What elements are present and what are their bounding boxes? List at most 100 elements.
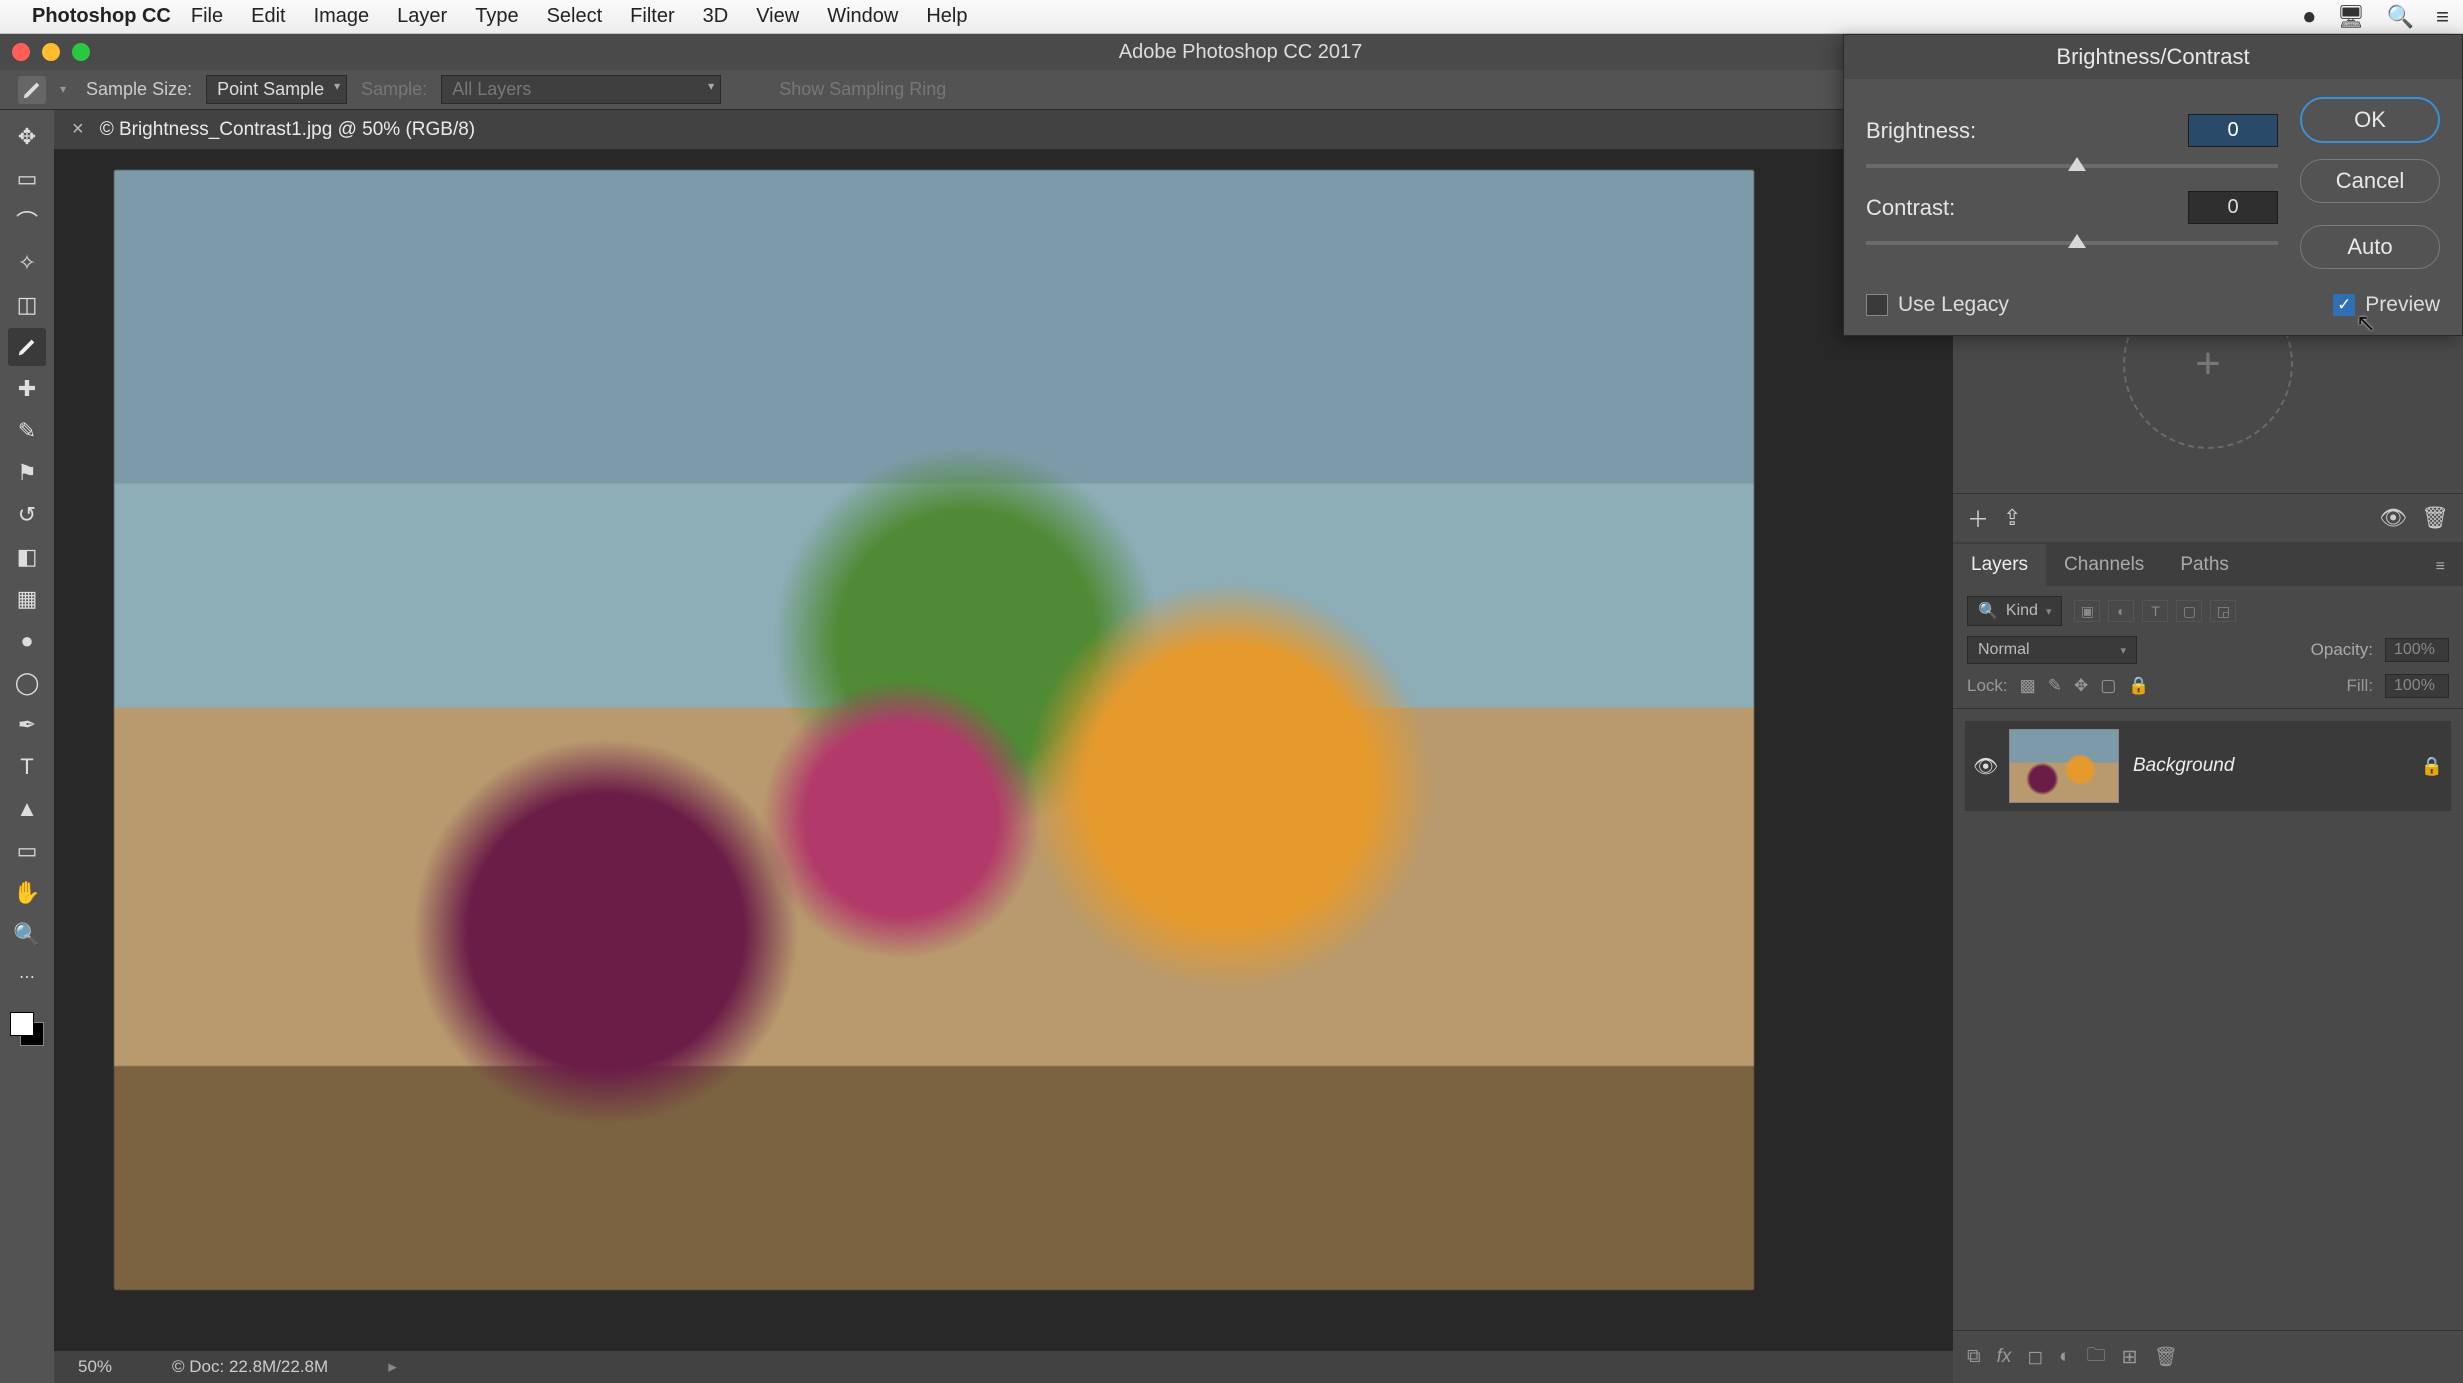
add-content-icon[interactable]: ＋ <box>1967 502 1989 534</box>
menu-3d[interactable]: 3D <box>703 5 729 28</box>
blend-mode-select[interactable]: Normal▾ <box>1967 636 2137 664</box>
crop-tool[interactable]: ◫ <box>8 286 46 324</box>
filter-smart-icon[interactable]: ◲ <box>2210 600 2236 622</box>
menu-help[interactable]: Help <box>926 5 967 28</box>
delete-layer-icon[interactable]: 🗑 <box>2154 1345 2178 1369</box>
canvas[interactable] <box>54 150 1953 1351</box>
lock-transparency-icon[interactable]: ▩ <box>2020 676 2036 696</box>
lasso-tool[interactable]: ⌒ <box>8 202 46 240</box>
blur-tool[interactable]: ● <box>8 622 46 660</box>
brightness-input[interactable]: 0 <box>2188 114 2278 147</box>
window-traffic-lights <box>12 43 90 61</box>
healing-brush-tool[interactable]: ✚ <box>8 370 46 408</box>
new-layer-icon[interactable]: ⊞ <box>2122 1346 2138 1369</box>
opacity-label: Opacity: <box>2311 640 2373 660</box>
menu-layer[interactable]: Layer <box>397 5 447 28</box>
filter-shape-icon[interactable]: ▢ <box>2176 600 2202 622</box>
zoom-tool[interactable]: 🔍 <box>8 916 46 954</box>
preview-checkbox[interactable]: ✓ Preview <box>2333 293 2440 317</box>
minimize-window-button[interactable] <box>42 43 60 61</box>
contrast-input[interactable]: 0 <box>2188 191 2278 224</box>
doc-info[interactable]: © Doc: 22.8M/22.8M <box>172 1357 328 1377</box>
filter-type-icon[interactable]: T <box>2142 600 2168 622</box>
menu-file[interactable]: File <box>191 5 223 28</box>
slider-thumb-icon[interactable] <box>2068 234 2086 248</box>
cancel-button[interactable]: Cancel <box>2300 159 2440 203</box>
history-brush-tool[interactable]: ↺ <box>8 496 46 534</box>
menu-select[interactable]: Select <box>547 5 603 28</box>
tab-channels[interactable]: Channels <box>2046 544 2162 586</box>
maximize-window-button[interactable] <box>72 43 90 61</box>
display-icon[interactable]: 🖥 <box>2337 4 2365 30</box>
lock-artboard-icon[interactable]: ▢ <box>2100 676 2116 696</box>
gradient-tool[interactable]: ▦ <box>8 580 46 618</box>
pen-tool[interactable]: ✒ <box>8 706 46 744</box>
eyedropper-tool[interactable] <box>8 328 46 366</box>
adjustment-layer-icon[interactable]: ◐ <box>2059 1346 2070 1368</box>
trash-icon[interactable]: 🗑 <box>2421 505 2449 531</box>
document-area: × © Brightness_Contrast1.jpg @ 50% (RGB/… <box>54 110 1953 1383</box>
marquee-tool[interactable]: ▭ <box>8 160 46 198</box>
current-tool-icon[interactable] <box>18 76 46 104</box>
brush-tool[interactable]: ✎ <box>8 412 46 450</box>
spotlight-icon[interactable]: 🔍 <box>2387 4 2414 30</box>
brightness-slider[interactable] <box>1866 157 2278 175</box>
use-legacy-checkbox[interactable]: Use Legacy <box>1866 293 2009 317</box>
auto-button[interactable]: Auto <box>2300 225 2440 269</box>
app-name[interactable]: Photoshop CC <box>32 5 171 28</box>
menu-view[interactable]: View <box>756 5 799 28</box>
eraser-tool[interactable]: ◧ <box>8 538 46 576</box>
menu-type[interactable]: Type <box>475 5 518 28</box>
screen-record-icon[interactable]: ⏺ <box>2304 4 2315 30</box>
color-swatches[interactable] <box>10 1012 44 1046</box>
checkbox-icon <box>755 82 771 98</box>
type-tool[interactable]: T <box>8 748 46 786</box>
layer-name[interactable]: Background <box>2133 755 2407 777</box>
ok-button[interactable]: OK <box>2300 97 2440 143</box>
menu-list-icon[interactable]: ≡ <box>2436 4 2449 30</box>
sample-size-select[interactable]: Point Sample <box>206 75 347 104</box>
clone-stamp-tool[interactable]: ⚑ <box>8 454 46 492</box>
lock-position-icon[interactable]: ✥ <box>2074 676 2088 696</box>
status-bar: 50% © Doc: 22.8M/22.8M ▸ <box>54 1351 1953 1383</box>
hand-tool[interactable]: ✋ <box>8 874 46 912</box>
shape-tool[interactable]: ▭ <box>8 832 46 870</box>
lock-all-icon[interactable]: 🔒 <box>2128 676 2149 696</box>
link-layers-icon[interactable]: ⧉ <box>1967 1346 1981 1368</box>
upload-icon[interactable]: ⇪ <box>2003 505 2021 531</box>
layer-lock-icon[interactable]: 🔒 <box>2421 756 2443 777</box>
layer-mask-icon[interactable]: ◻ <box>2027 1346 2043 1369</box>
tab-paths[interactable]: Paths <box>2162 544 2247 586</box>
zoom-level[interactable]: 50% <box>78 1357 112 1377</box>
move-tool[interactable]: ✥ <box>8 118 46 156</box>
close-tab-icon[interactable]: × <box>72 118 84 141</box>
document-tab[interactable]: × © Brightness_Contrast1.jpg @ 50% (RGB/… <box>54 110 1953 150</box>
slider-thumb-icon[interactable] <box>2068 157 2086 171</box>
group-icon[interactable]: 🗀 <box>2087 1341 2106 1373</box>
menu-window[interactable]: Window <box>827 5 898 28</box>
fill-value[interactable]: 100% <box>2385 674 2449 698</box>
opacity-value[interactable]: 100% <box>2385 638 2449 662</box>
preview-icon[interactable]: 👁 <box>2379 505 2407 531</box>
magic-wand-tool[interactable]: ✧ <box>8 244 46 282</box>
lock-pixels-icon[interactable]: ✎ <box>2048 676 2062 696</box>
layer-thumbnail[interactable] <box>2009 729 2119 803</box>
foreground-color-swatch[interactable] <box>10 1012 34 1036</box>
layers-panel-menu-icon[interactable]: ≡ <box>2418 548 2463 586</box>
sample-select: All Layers <box>441 75 721 104</box>
layer-visibility-icon[interactable]: 👁 <box>1973 754 1995 779</box>
contrast-slider[interactable] <box>1866 234 2278 252</box>
layer-fx-icon[interactable]: fx <box>1997 1346 2012 1368</box>
path-select-tool[interactable]: ▲ <box>8 790 46 828</box>
layer-row[interactable]: 👁 Background 🔒 <box>1965 721 2451 811</box>
menu-filter[interactable]: Filter <box>630 5 674 28</box>
filter-adjust-icon[interactable]: ◐ <box>2108 600 2134 622</box>
menu-image[interactable]: Image <box>314 5 370 28</box>
filter-pixel-icon[interactable]: ▣ <box>2074 600 2100 622</box>
edit-toolbar[interactable]: ⋯ <box>8 958 46 996</box>
layer-filter-kind[interactable]: 🔍 Kind ▾ <box>1967 596 2062 626</box>
dodge-tool[interactable]: ◯ <box>8 664 46 702</box>
tab-layers[interactable]: Layers <box>1953 544 2046 586</box>
menu-edit[interactable]: Edit <box>251 5 285 28</box>
close-window-button[interactable] <box>12 43 30 61</box>
